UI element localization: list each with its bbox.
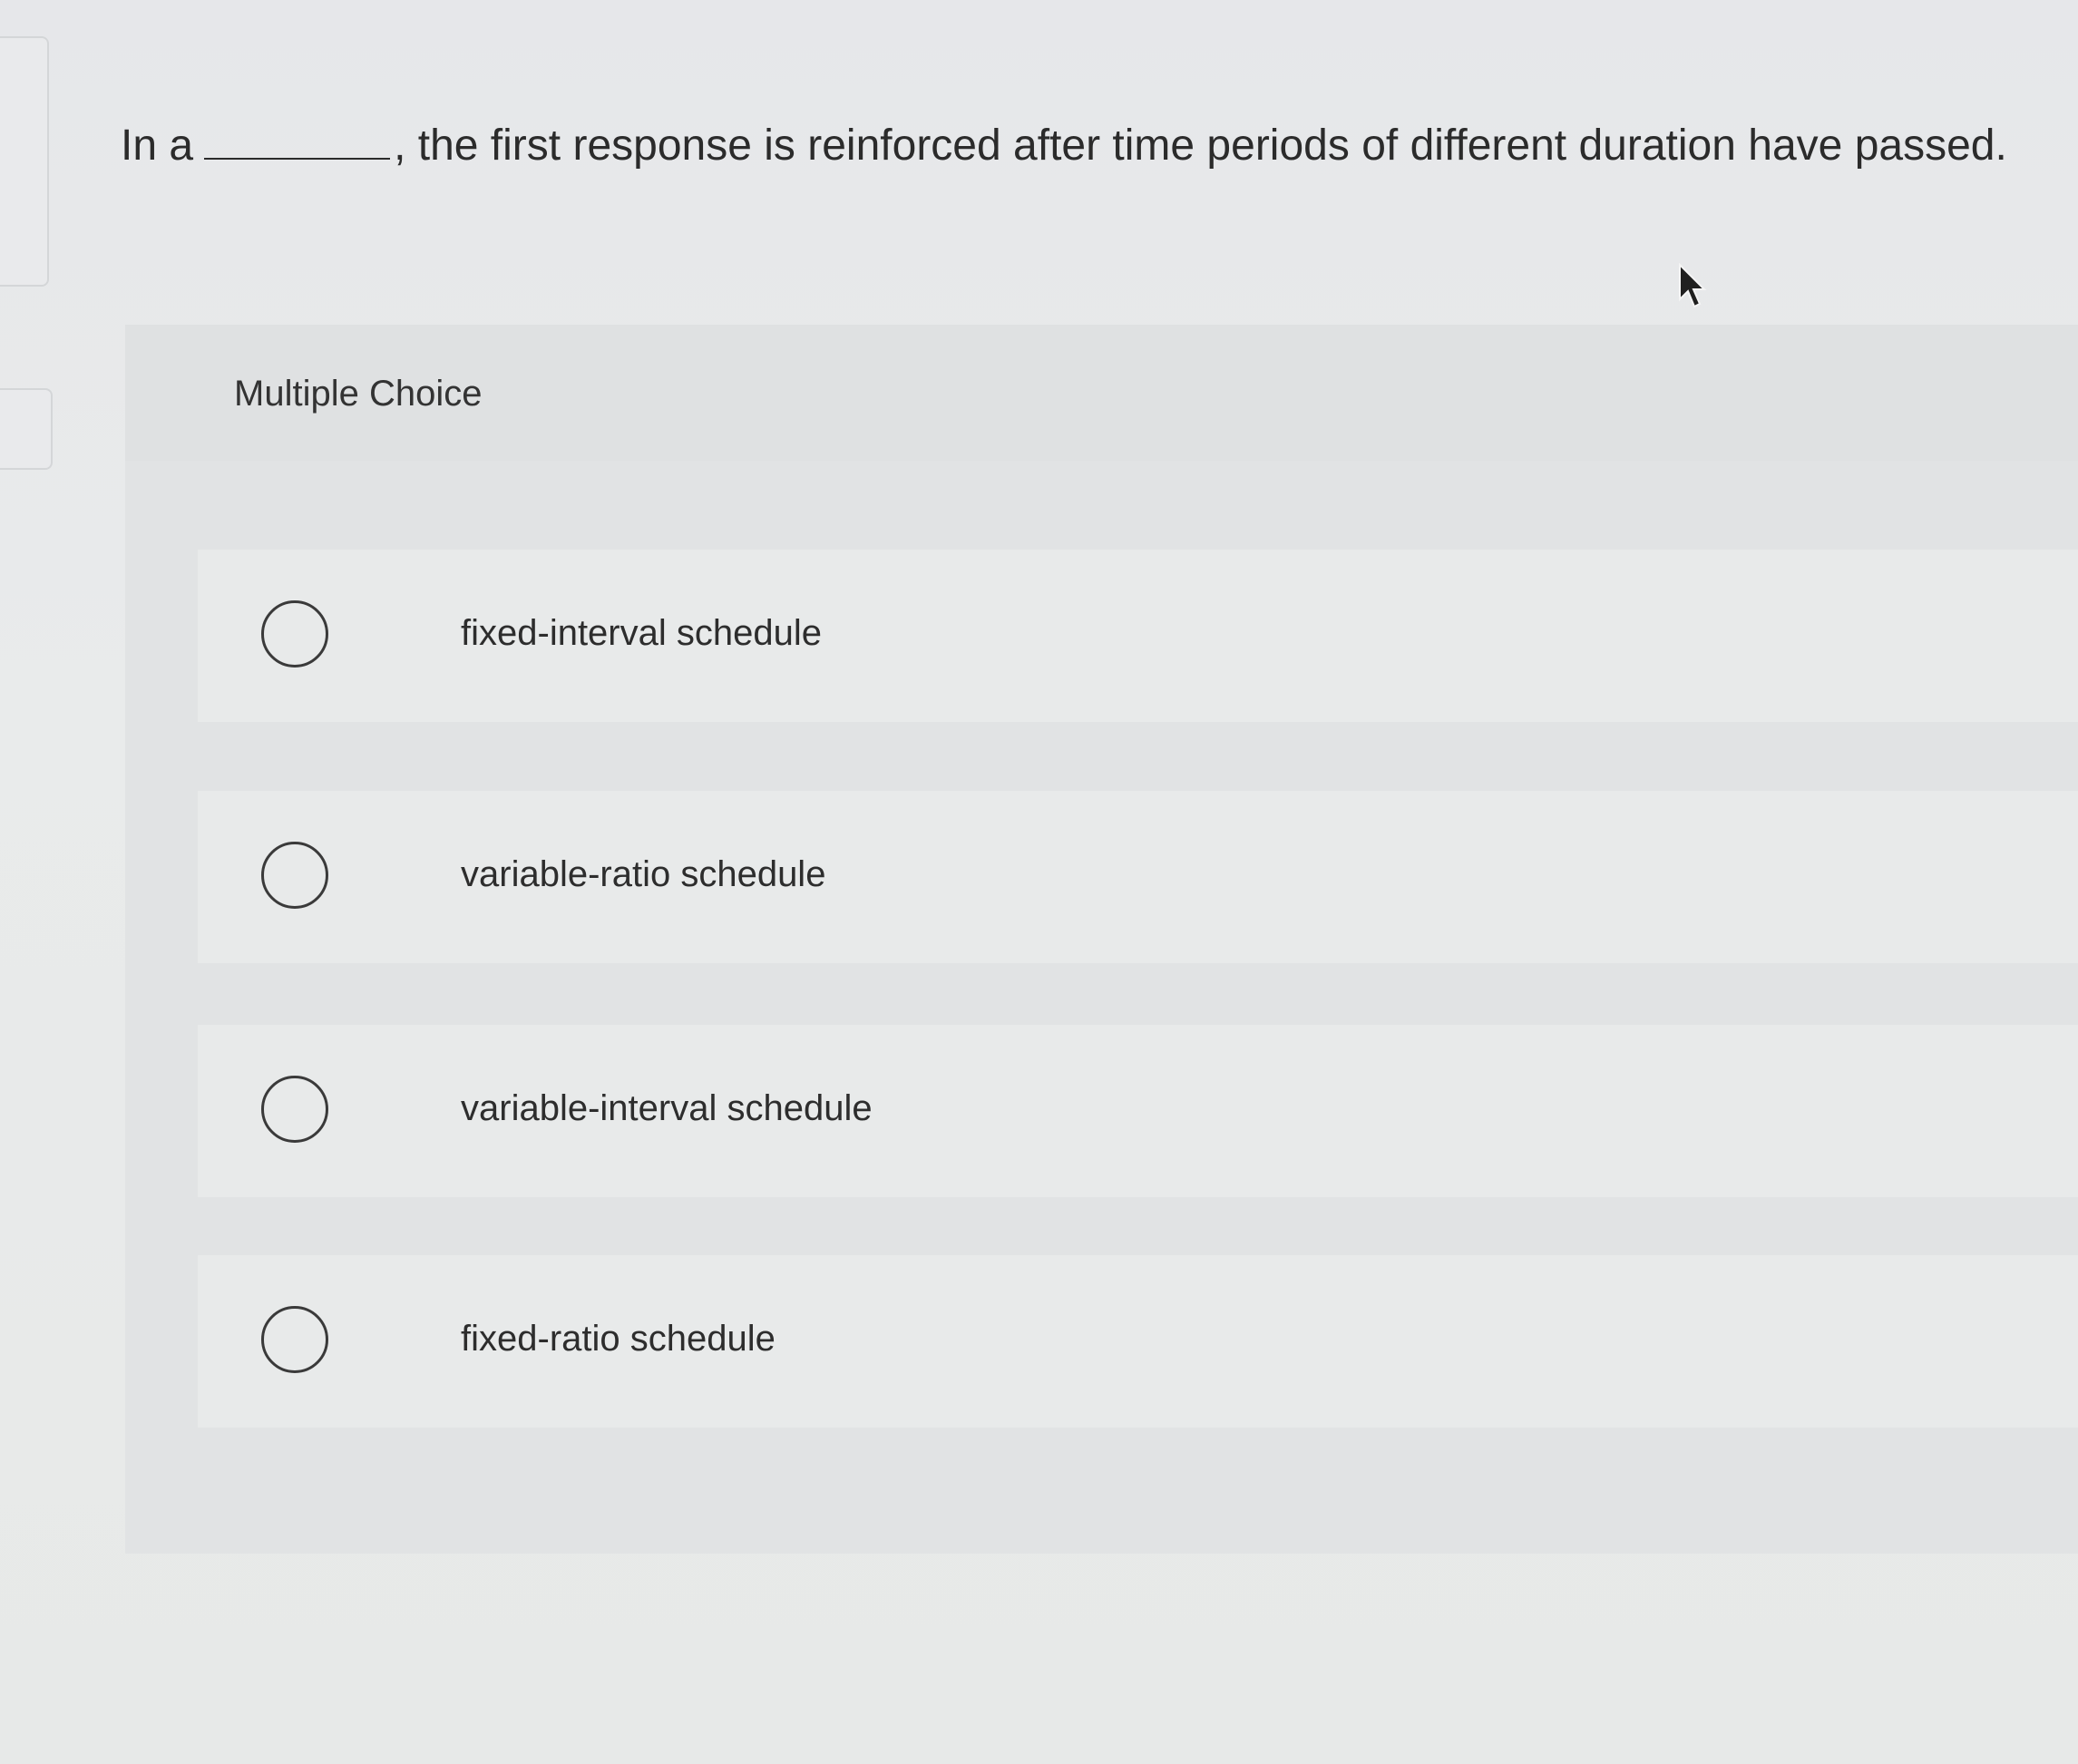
option-fixed-ratio[interactable]: fixed-ratio schedule	[198, 1255, 2078, 1428]
multiple-choice-card: Multiple Choice fixed-interval schedule …	[125, 325, 2078, 1554]
option-label: fixed-ratio schedule	[461, 1319, 776, 1359]
question-text: In a , the first response is reinforced a…	[121, 120, 2007, 172]
option-label: variable-interval schedule	[461, 1088, 873, 1128]
mouse-pointer-icon	[1679, 263, 1707, 308]
option-label: fixed-interval schedule	[461, 613, 822, 653]
question-prefix: In a	[121, 122, 194, 170]
radio-unselected-icon[interactable]	[261, 1076, 328, 1143]
multiple-choice-title: Multiple Choice	[234, 374, 483, 414]
radio-unselected-icon[interactable]	[261, 600, 328, 668]
option-label: variable-ratio schedule	[461, 854, 826, 894]
side-flag-tab[interactable]	[0, 388, 53, 470]
radio-unselected-icon[interactable]	[261, 1306, 328, 1373]
side-panel-tab	[0, 36, 49, 287]
radio-unselected-icon[interactable]	[261, 842, 328, 909]
option-variable-ratio[interactable]: variable-ratio schedule	[198, 791, 2078, 963]
multiple-choice-header: Multiple Choice	[125, 325, 2078, 461]
option-fixed-interval[interactable]: fixed-interval schedule	[198, 550, 2078, 722]
option-variable-interval[interactable]: variable-interval schedule	[198, 1025, 2078, 1197]
answer-blank	[204, 125, 391, 160]
question-suffix: , the first response is reinforced after…	[394, 122, 2007, 170]
